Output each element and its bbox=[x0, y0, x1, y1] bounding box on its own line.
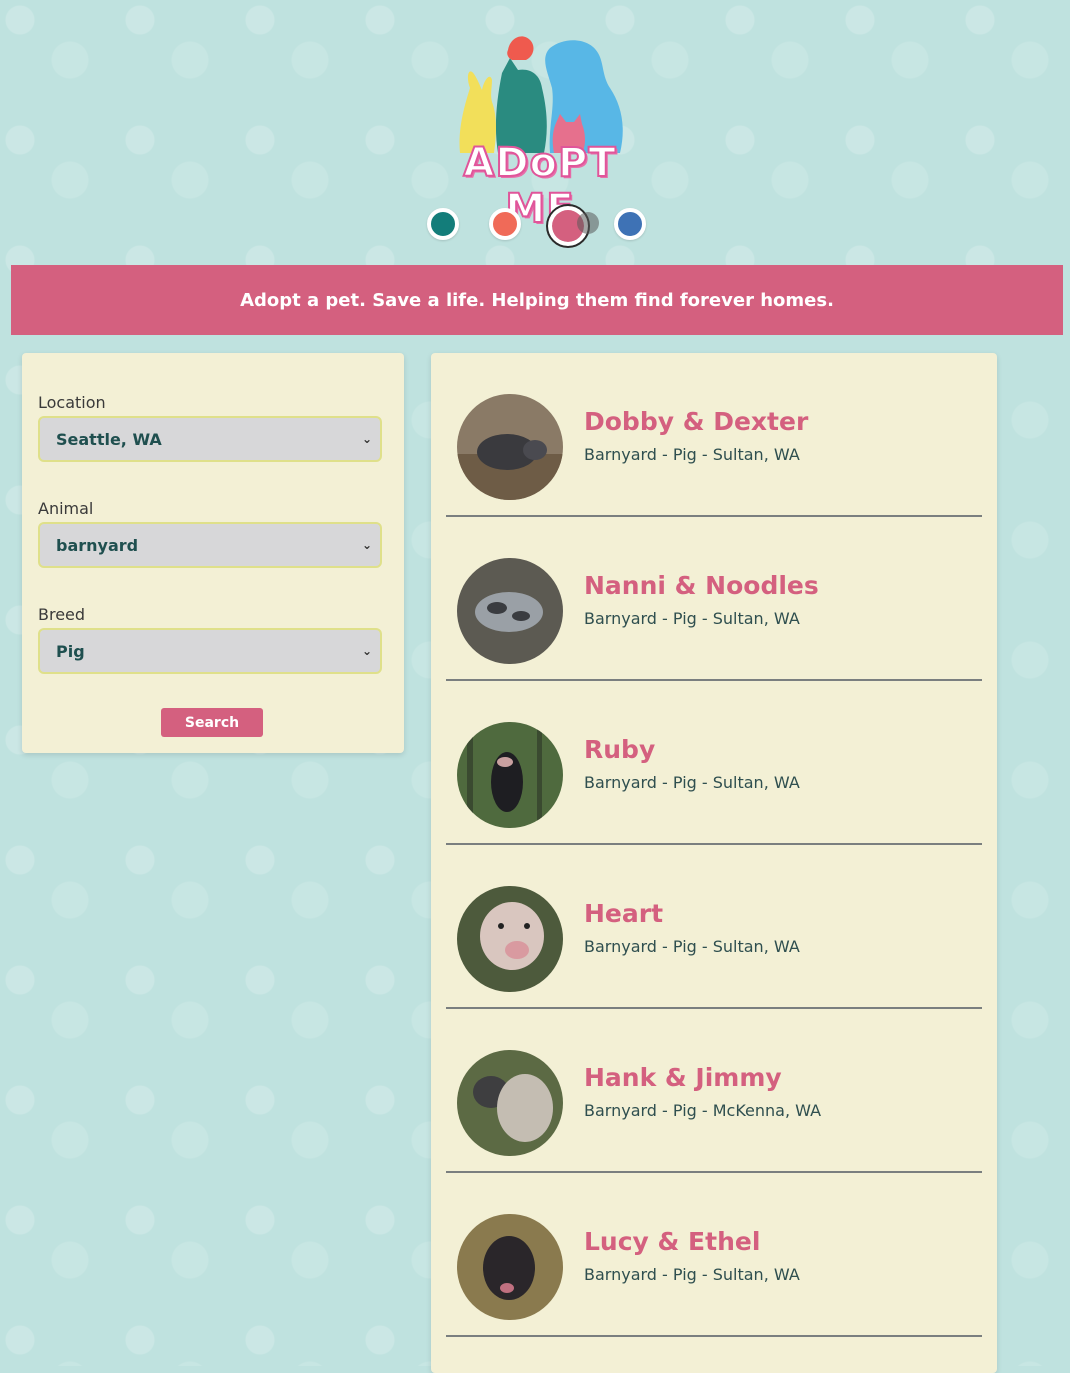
pig-photo-icon bbox=[457, 558, 563, 664]
pet-name: Heart bbox=[584, 899, 664, 928]
pet-photo bbox=[457, 886, 563, 992]
pet-name: Dobby & Dexter bbox=[584, 407, 809, 436]
animal-field: Animal barnyard ⌄ bbox=[38, 499, 382, 568]
animal-value: barnyard bbox=[56, 535, 139, 555]
pig-photo-icon bbox=[457, 1214, 563, 1320]
pet-name: Ruby bbox=[584, 735, 656, 764]
mouse-cursor-icon bbox=[577, 212, 599, 234]
breed-select[interactable]: Pig ⌄ bbox=[38, 628, 382, 674]
pet-photo bbox=[457, 1050, 563, 1156]
animal-select[interactable]: barnyard ⌄ bbox=[38, 522, 382, 568]
theme-teal-button[interactable] bbox=[427, 208, 459, 240]
tagline-text: Adopt a pet. Save a life. Helping them f… bbox=[240, 289, 834, 311]
pet-details: Barnyard - Pig - Sultan, WA bbox=[584, 609, 800, 628]
pet-photo bbox=[457, 394, 563, 500]
search-button[interactable]: Search bbox=[161, 708, 263, 737]
pet-details: Barnyard - Pig - Sultan, WA bbox=[584, 773, 800, 792]
pig-photo-icon bbox=[457, 394, 563, 500]
pet-details: Barnyard - Pig - Sultan, WA bbox=[584, 937, 800, 956]
breed-value: Pig bbox=[56, 641, 85, 661]
pet-list-item[interactable]: Lucy & Ethel Barnyard - Pig - Sultan, WA bbox=[446, 1173, 982, 1337]
chevron-down-icon: ⌄ bbox=[361, 538, 372, 552]
pet-details: Barnyard - Pig - Sultan, WA bbox=[584, 445, 800, 464]
pet-list-item[interactable]: Heart Barnyard - Pig - Sultan, WA bbox=[446, 845, 982, 1009]
results-panel: Dobby & Dexter Barnyard - Pig - Sultan, … bbox=[431, 353, 997, 1373]
breed-label: Breed bbox=[38, 605, 86, 624]
pet-list-item[interactable]: Hank & Jimmy Barnyard - Pig - McKenna, W… bbox=[446, 1009, 982, 1173]
pet-list-item[interactable]: Ruby Barnyard - Pig - Sultan, WA bbox=[446, 681, 982, 845]
pet-name: Nanni & Noodles bbox=[584, 571, 819, 600]
tagline-banner: Adopt a pet. Save a life. Helping them f… bbox=[11, 265, 1063, 335]
chevron-down-icon: ⌄ bbox=[361, 644, 372, 658]
theme-blue-button[interactable] bbox=[614, 208, 646, 240]
pet-list-item[interactable]: Dobby & Dexter Barnyard - Pig - Sultan, … bbox=[446, 353, 982, 517]
pet-photo bbox=[457, 1214, 563, 1320]
pet-name: Hank & Jimmy bbox=[584, 1063, 782, 1092]
pet-photo bbox=[457, 722, 563, 828]
search-panel: Location Seattle, WA ⌄ Animal barnyard ⌄… bbox=[22, 353, 404, 753]
adopt-me-logo[interactable]: ADoPT ME bbox=[430, 28, 650, 233]
location-field: Location Seattle, WA ⌄ bbox=[38, 393, 382, 462]
location-value: Seattle, WA bbox=[56, 429, 162, 449]
pet-details: Barnyard - Pig - Sultan, WA bbox=[584, 1265, 800, 1284]
pet-details: Barnyard - Pig - McKenna, WA bbox=[584, 1101, 822, 1120]
theme-selector bbox=[0, 204, 1070, 250]
pig-photo-icon bbox=[457, 722, 563, 828]
pig-photo-icon bbox=[457, 1050, 563, 1156]
theme-coral-button[interactable] bbox=[489, 208, 521, 240]
chevron-down-icon: ⌄ bbox=[361, 432, 372, 446]
animal-label: Animal bbox=[38, 499, 94, 518]
pet-photo bbox=[457, 558, 563, 664]
breed-field: Breed Pig ⌄ bbox=[38, 605, 382, 674]
location-label: Location bbox=[38, 393, 106, 412]
pet-list-item[interactable]: Nanni & Noodles Barnyard - Pig - Sultan,… bbox=[446, 517, 982, 681]
pig-photo-icon bbox=[457, 886, 563, 992]
location-select[interactable]: Seattle, WA ⌄ bbox=[38, 416, 382, 462]
pet-name: Lucy & Ethel bbox=[584, 1227, 761, 1256]
